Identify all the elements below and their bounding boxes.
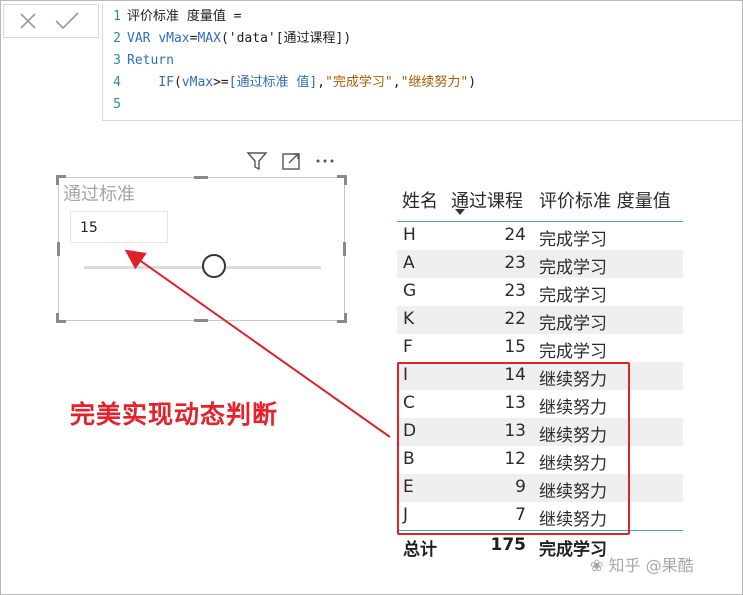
cell-courses: 15 [504, 337, 526, 357]
cell-courses: 24 [504, 225, 526, 245]
cell-evaluation: 完成学习 [539, 230, 607, 250]
cell-name: G [403, 281, 417, 301]
watermark-icon: ❀ [590, 556, 604, 575]
watermark-text: 知乎 @果酷 [608, 556, 694, 575]
resize-handle[interactable] [344, 313, 347, 323]
slicer-value-input[interactable]: 15 [70, 211, 168, 243]
resize-handle[interactable] [344, 175, 347, 185]
code-line-1: 1 评价标准 度量值 = [113, 9, 242, 24]
cell-evaluation: 完成学习 [539, 342, 607, 362]
column-header-evaluation[interactable]: 评价标准 度量值 [539, 187, 671, 213]
table-row: F 15 完成学习 [397, 334, 683, 362]
code-line-4: 4 IF(vMax>=[通过标准 值],"完成学习","继续努力") [113, 75, 477, 90]
slider-knob[interactable] [202, 254, 227, 278]
table-row: K 22 完成学习 [397, 306, 683, 334]
table-header: 姓名 通过课程 评价标准 度量值 [397, 181, 683, 222]
watermark: ❀ 知乎 @果酷 [590, 552, 694, 576]
cell-name: F [403, 337, 413, 357]
table-row: A 23 完成学习 [397, 250, 683, 278]
cell-courses: 22 [504, 309, 526, 329]
sort-descending-icon [455, 209, 465, 215]
close-icon[interactable] [18, 11, 38, 31]
resize-handle[interactable] [57, 242, 60, 256]
resize-handle[interactable] [194, 176, 208, 179]
code-line-5: 5 [113, 97, 121, 112]
total-label: 总计 [403, 540, 437, 560]
slicer-title: 通过标准 [63, 184, 135, 205]
cell-courses: 23 [504, 281, 526, 301]
resize-handle[interactable] [56, 175, 59, 185]
annotation-text: 完美实现动态判断 [70, 400, 279, 429]
checkmark-icon[interactable] [54, 11, 80, 31]
formula-actions [3, 4, 99, 38]
filter-icon[interactable] [246, 150, 268, 172]
resize-handle[interactable] [56, 313, 59, 323]
resize-handle[interactable] [194, 319, 208, 322]
numeric-range-slicer[interactable]: 通过标准 15 [56, 175, 347, 323]
cell-name: K [403, 309, 415, 329]
cell-evaluation: 完成学习 [539, 258, 607, 278]
dax-formula-editor[interactable]: 1 评价标准 度量值 = 2 VAR vMax=MAX('data'[通过课程]) … [102, 4, 743, 121]
cell-evaluation: 完成学习 [539, 314, 607, 334]
total-courses: 175 [490, 535, 527, 555]
cell-name: H [403, 225, 416, 245]
table-row: H 24 完成学习 [397, 222, 683, 250]
cell-name: A [403, 253, 415, 273]
code-line-2: 2 VAR vMax=MAX('data'[通过课程]) [113, 31, 352, 46]
focus-mode-icon[interactable] [280, 150, 302, 172]
table-row: G 23 完成学习 [397, 278, 683, 306]
cell-courses: 23 [504, 253, 526, 273]
column-header-name[interactable]: 姓名 [402, 187, 438, 213]
cell-evaluation: 完成学习 [539, 286, 607, 306]
code-line-3: 3 Return [113, 53, 174, 68]
visual-header [246, 150, 340, 172]
highlight-box [397, 362, 630, 535]
resize-handle[interactable] [343, 242, 346, 256]
more-options-icon[interactable] [314, 150, 336, 172]
